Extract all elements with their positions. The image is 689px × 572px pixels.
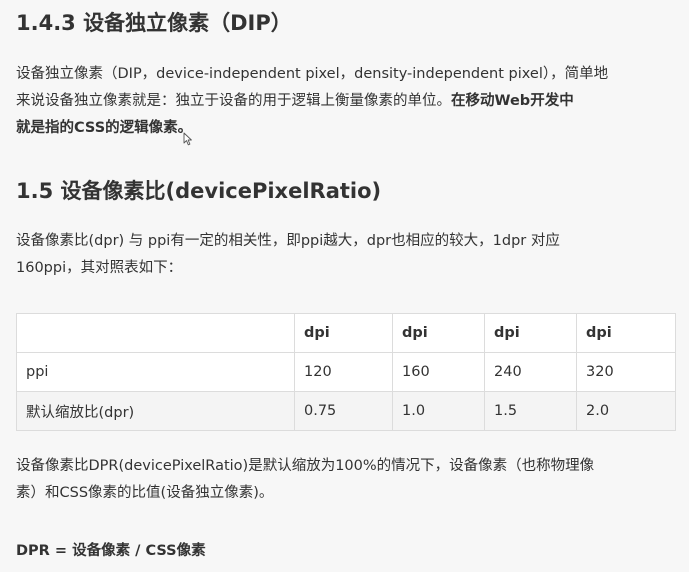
table-cell: 2.0 bbox=[576, 391, 676, 431]
dpr-intro-paragraph: 设备像素比(dpr) 与 ppi有一定的相关性，即ppi越大，dpr也相应的较大… bbox=[16, 228, 676, 282]
table-cell: 1.0 bbox=[392, 391, 485, 431]
dpr-formula: DPR = 设备像素 / CSS像素 bbox=[16, 543, 206, 559]
dip-paragraph-line-3-bold: 就是指的CSS的逻辑像素。 bbox=[16, 120, 193, 136]
dip-paragraph: 设备独立像素（DIP，device-independent pixel，dens… bbox=[16, 61, 676, 142]
heading-dpr: 1.5 设备像素比(devicePixelRatio) bbox=[16, 179, 382, 203]
dip-paragraph-line-1: 设备独立像素（DIP，device-independent pixel，dens… bbox=[16, 66, 609, 82]
dpr-table: dpi dpi dpi dpi ppi 120 160 240 320 默认缩放… bbox=[16, 313, 676, 431]
dpr-summary-line-1: 设备像素比DPR(devicePixelRatio)是默认缩放为100%的情况下… bbox=[16, 458, 595, 474]
dpr-intro-line-1: 设备像素比(dpr) 与 ppi有一定的相关性，即ppi越大，dpr也相应的较大… bbox=[16, 233, 560, 249]
table-cell: 120 bbox=[294, 352, 393, 392]
table-row: 默认缩放比(dpr) 0.75 1.0 1.5 2.0 bbox=[16, 391, 676, 431]
table-cell: 默认缩放比(dpr) bbox=[16, 391, 295, 431]
table-cell: ppi bbox=[16, 352, 295, 392]
dpr-summary-paragraph: 设备像素比DPR(devicePixelRatio)是默认缩放为100%的情况下… bbox=[16, 453, 676, 507]
table-header-cell: dpi bbox=[484, 313, 577, 353]
table-cell: 320 bbox=[576, 352, 676, 392]
table-header-row: dpi dpi dpi dpi bbox=[16, 313, 676, 353]
table-header-cell: dpi bbox=[294, 313, 393, 353]
dip-paragraph-line-3: 就是指的CSS的逻辑像素。 bbox=[16, 115, 676, 142]
dip-paragraph-line-2-text: 来说设备独立像素就是：独立于设备的用于逻辑上衡量像素的单位。 bbox=[16, 93, 451, 109]
table-header-cell: dpi bbox=[576, 313, 676, 353]
table-cell: 240 bbox=[484, 352, 577, 392]
document-page: 1.4.3 设备独立像素（DIP） 设备独立像素（DIP，device-inde… bbox=[0, 0, 689, 572]
mouse-pointer-icon bbox=[183, 132, 192, 146]
table-row: ppi 120 160 240 320 bbox=[16, 352, 676, 392]
dpr-intro-line-2: 160ppi，其对照表如下： bbox=[16, 260, 183, 276]
table-header-cell bbox=[16, 313, 295, 353]
table-cell: 160 bbox=[392, 352, 485, 392]
table-header-cell: dpi bbox=[392, 313, 485, 353]
dip-paragraph-line-2-bold: 在移动Web开发中 bbox=[451, 93, 574, 109]
dip-paragraph-line-2: 来说设备独立像素就是：独立于设备的用于逻辑上衡量像素的单位。在移动Web开发中 bbox=[16, 88, 676, 115]
table-cell: 0.75 bbox=[294, 391, 393, 431]
dpr-summary-line-2: 素）和CSS像素的比值(设备独立像素)。 bbox=[16, 485, 274, 501]
heading-dip: 1.4.3 设备独立像素（DIP） bbox=[16, 11, 292, 35]
table-cell: 1.5 bbox=[484, 391, 577, 431]
